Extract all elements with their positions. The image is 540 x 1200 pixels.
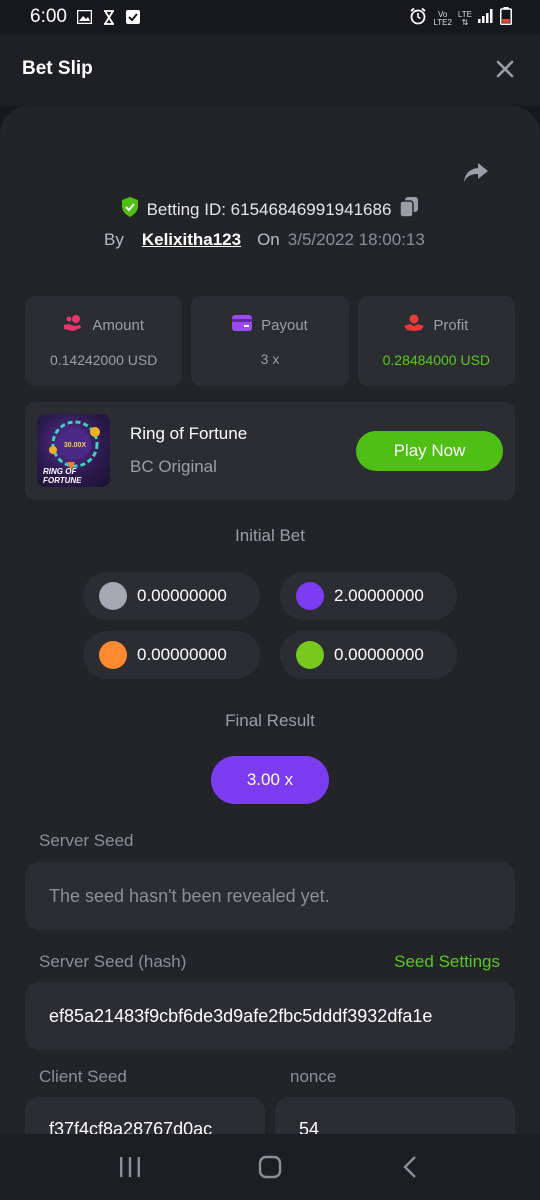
game-row: 30.00X RING OF FORTUNE Ring of Fortune B… [25, 402, 515, 500]
shield-check-icon [121, 197, 139, 222]
initial-bet-label: Initial Bet [235, 526, 305, 545]
status-right-icons: Vo LTE2 LTE ⇅ [409, 7, 512, 30]
ring-of-fortune-logo: 30.00X RING OF FORTUNE [43, 420, 100, 485]
copy-icon [399, 197, 419, 218]
bet-date: 3/5/2022 18:00:13 [287, 230, 425, 249]
play-now-button[interactable]: Play Now [356, 431, 503, 471]
final-result-value: 3.00 x [211, 756, 329, 804]
game-subtitle: BC Original [130, 457, 217, 476]
coins-hand-icon [63, 314, 83, 336]
close-icon [496, 60, 514, 78]
share-icon [464, 163, 488, 182]
client-seed-label: Client Seed [39, 1067, 127, 1086]
betting-id-row: Betting ID: 61546846991941686 [0, 196, 540, 223]
back-button[interactable] [390, 1147, 430, 1187]
stats-row: Amount 0.14242000 USD Payout 3 x Profit … [25, 296, 515, 386]
server-seed-hash-label: Server Seed (hash) [39, 952, 187, 971]
bet-pill-green: 0.00000000 [280, 631, 457, 679]
by-label: By [104, 230, 124, 249]
bet-slip-header: Bet Slip [0, 34, 540, 106]
signal-icon [478, 9, 494, 28]
betting-id: Betting ID: 61546846991941686 [146, 199, 392, 219]
bet-pill-purple: 2.00000000 [280, 572, 457, 620]
game-title: Ring of Fortune [130, 424, 248, 443]
stat-payout: Payout 3 x [191, 296, 349, 386]
on-label: On [257, 230, 280, 249]
grey-dot-icon [99, 582, 127, 610]
bet-value: 2.00000000 [334, 586, 424, 605]
share-button[interactable] [462, 158, 490, 186]
lte-label: LTE ⇅ [457, 9, 472, 27]
server-seed-label: Server Seed [39, 831, 134, 850]
stat-value: 3 x [260, 351, 280, 367]
game-thumbnail[interactable]: 30.00X RING OF FORTUNE [37, 414, 110, 487]
bet-pill-grey: 0.00000000 [83, 572, 260, 620]
copy-button[interactable] [399, 196, 419, 223]
lte-text: LTE [457, 9, 472, 19]
status-time: 6:00 [30, 6, 67, 27]
page-title: Bet Slip [22, 58, 93, 79]
bet-value: 0.00000000 [334, 645, 424, 664]
nonce-field[interactable]: 54 [275, 1097, 515, 1134]
orange-dot-icon [99, 641, 127, 669]
hourglass-icon [101, 9, 117, 25]
bet-value: 0.00000000 [137, 586, 227, 605]
thumb-title-line1: RING OF [43, 467, 77, 476]
profit-hand-icon [404, 314, 425, 336]
system-nav-bar [0, 1134, 540, 1200]
thumb-multiplier: 30.00X [64, 442, 87, 449]
home-button[interactable] [250, 1147, 290, 1187]
nonce-label: nonce [290, 1067, 337, 1086]
status-bar: 6:00 Vo LTE2 LTE ⇅ [0, 0, 540, 34]
server-seed-field: The seed hasn't been revealed yet. [25, 862, 515, 930]
bet-value: 0.00000000 [137, 645, 227, 664]
stat-label: Profit [433, 316, 469, 334]
battery-icon [500, 7, 512, 30]
user-link[interactable]: Kelixitha123 [142, 230, 241, 250]
back-icon [403, 1156, 416, 1178]
bet-pill-orange: 0.00000000 [83, 631, 260, 679]
home-icon [258, 1155, 282, 1179]
stat-amount: Amount 0.14242000 USD [25, 296, 183, 386]
stat-profit: Profit 0.28484000 USD [357, 296, 515, 386]
wallet-icon [232, 315, 253, 335]
server-seed-hash-field[interactable]: ef85a21483f9cbf6de3d9afe2fbc5dddf3932dfa… [25, 982, 515, 1050]
green-dot-icon [296, 641, 324, 669]
stat-value: 0.28484000 USD [382, 352, 491, 368]
alarm-icon [409, 7, 427, 30]
stat-label: Amount [92, 316, 145, 334]
lte2-text: LTE2 [433, 17, 452, 27]
close-button[interactable] [494, 58, 516, 80]
stat-value: 0.14242000 USD [49, 352, 158, 368]
bet-author-row: By Kelixitha123 On 3/5/2022 18:00:13 [104, 230, 425, 250]
gallery-icon [77, 9, 93, 25]
seed-settings-link[interactable]: Seed Settings [394, 952, 500, 972]
recent-apps-button[interactable] [110, 1147, 150, 1187]
check-box-icon [125, 9, 141, 25]
thumb-title-line2: FORTUNE [43, 476, 82, 485]
final-result-label: Final Result [225, 711, 315, 730]
stat-label: Payout [261, 316, 308, 334]
bet-details-card: Betting ID: 61546846991941686 By Kelixit… [0, 106, 540, 1134]
purple-dot-icon [296, 582, 324, 610]
volte-label: Vo LTE2 [433, 10, 452, 27]
client-seed-field[interactable]: f37f4cf8a28767d0ac [25, 1097, 265, 1134]
recent-apps-icon [120, 1157, 140, 1177]
